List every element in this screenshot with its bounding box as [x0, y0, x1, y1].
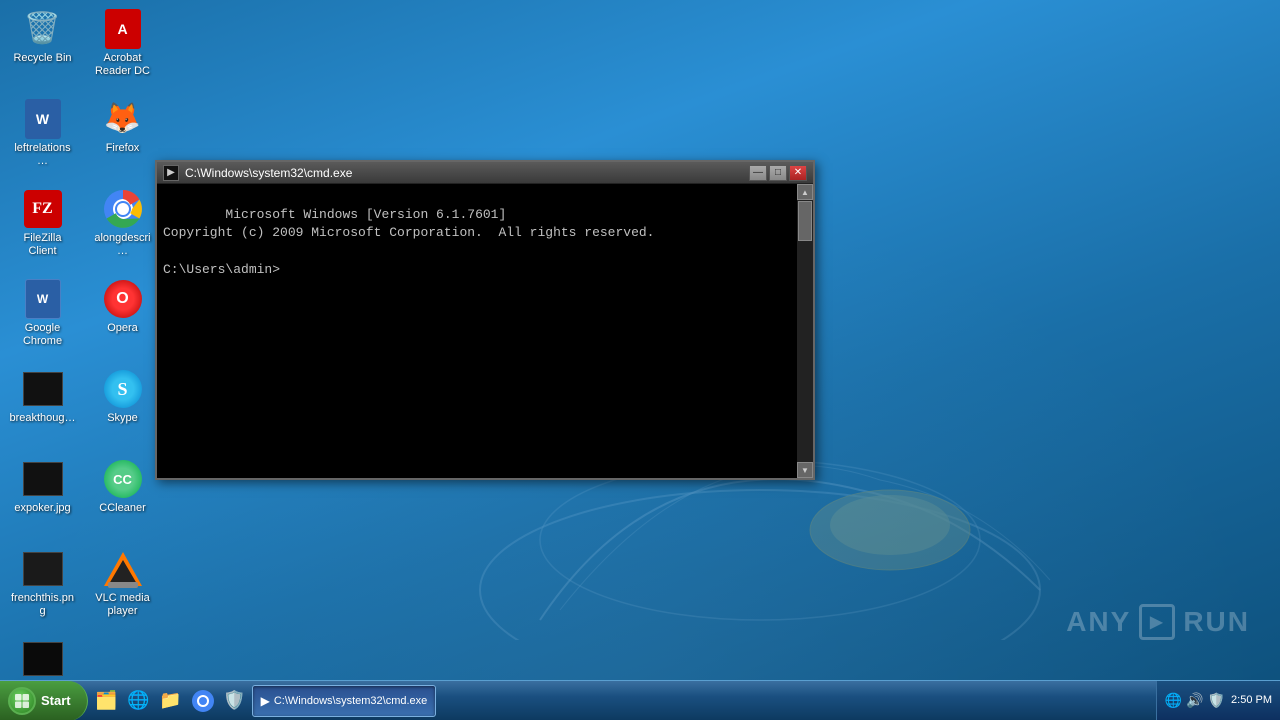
- cmd-window-icon: ▶: [163, 165, 179, 181]
- firefox-icon: 🦊: [103, 99, 143, 139]
- desktop-icon-filezilla[interactable]: FZ FileZilla Client: [5, 185, 80, 275]
- scrollbar-thumb[interactable]: [798, 201, 812, 241]
- desktop-icon-acrobat[interactable]: A Acrobat Reader DC: [85, 5, 160, 95]
- frenchthis-icon: [23, 549, 63, 589]
- alongdescri-icon: W: [23, 279, 63, 319]
- cmd-close-button[interactable]: ✕: [789, 165, 807, 181]
- skype-label: Skype: [107, 412, 138, 425]
- taskbar-shield-icon[interactable]: 🛡️: [1208, 692, 1225, 709]
- breakthoug-label: breakthoug…: [9, 412, 75, 425]
- desktop-icon-frenchthis[interactable]: frenchthis.png: [5, 545, 80, 635]
- anyrun-text-any: ANY: [1066, 606, 1131, 638]
- taskbar-cmd-label: C:\Windows\system32\cmd.exe: [274, 695, 427, 707]
- taskbar-ie-icon[interactable]: 🌐: [124, 686, 154, 716]
- desktop-icon-chrome[interactable]: alongdescri…: [85, 185, 160, 275]
- ccleaner-label: CCleaner: [99, 502, 145, 515]
- desktop-icon-expoker[interactable]: expoker.jpg: [5, 455, 80, 545]
- recycle-bin-label: Recycle Bin: [13, 52, 71, 65]
- taskbar-cmd-icon: ▶: [261, 694, 270, 708]
- taskbar-system-tray: 🌐 🔊 🛡️ 2:50 PM: [1156, 681, 1280, 720]
- cmd-window-controls: — □ ✕: [749, 165, 807, 181]
- scrollbar-down-button[interactable]: ▼: [797, 462, 813, 478]
- cmd-line4: C:\Users\admin>: [163, 262, 280, 277]
- taskbar-network-icon[interactable]: 🌐: [1165, 692, 1182, 709]
- taskbar-programs: 🗂️ 🌐 📁 🛡️ ▶ C:\Windows\system32\cmd.exe: [88, 681, 441, 720]
- frenchthis-label: frenchthis.png: [9, 592, 76, 618]
- filezilla-icon: FZ: [23, 189, 63, 229]
- cmd-titlebar: ▶ C:\Windows\system32\cmd.exe — □ ✕: [157, 162, 813, 184]
- itsdec-icon: [23, 639, 63, 679]
- acrobat-icon: A: [103, 9, 143, 49]
- filezilla-label: FileZilla Client: [9, 232, 76, 258]
- cmd-minimize-button[interactable]: —: [749, 165, 767, 181]
- cmd-maximize-button[interactable]: □: [769, 165, 787, 181]
- scrollbar-up-button[interactable]: ▲: [797, 184, 813, 200]
- desktop-icon-alongdescri[interactable]: W Google Chrome: [5, 275, 80, 365]
- vlc-icon: [103, 549, 143, 589]
- cmd-scrollbar[interactable]: ▲ ▼: [797, 184, 813, 478]
- leftrelations-label: leftrelations…: [9, 142, 76, 168]
- skype-icon: S: [103, 369, 143, 409]
- recycle-bin-icon: 🗑️: [23, 9, 63, 49]
- taskbar-cmd-button[interactable]: ▶ C:\Windows\system32\cmd.exe: [252, 685, 437, 717]
- start-label: Start: [41, 693, 71, 708]
- cmd-line2: Copyright (c) 2009 Microsoft Corporation…: [163, 225, 654, 240]
- desktop-icons-grid: 🗑️ Recycle Bin A Acrobat Reader DC W lef…: [5, 5, 165, 720]
- taskbar-sys-icon-group: 🌐 🔊 🛡️: [1165, 692, 1225, 709]
- leftrelations-icon: W: [23, 99, 63, 139]
- taskbar-clock[interactable]: 2:50 PM: [1231, 693, 1272, 708]
- taskbar-chrome-quick-icon[interactable]: [188, 686, 218, 716]
- taskbar-security-icon[interactable]: 🛡️: [220, 686, 250, 716]
- cmd-title-text: C:\Windows\system32\cmd.exe: [185, 166, 749, 180]
- anyrun-play-icon: ▶: [1139, 604, 1175, 640]
- taskbar: Start 🗂️ 🌐 📁 🛡️ ▶ C:\Windows\system32\cm…: [0, 680, 1280, 720]
- desktop-icon-ccleaner[interactable]: CC CCleaner: [85, 455, 160, 545]
- cmd-content: Microsoft Windows [Version 6.1.7601] Cop…: [157, 184, 797, 478]
- chrome-label: alongdescri…: [89, 232, 156, 258]
- desktop-icon-recycle-bin[interactable]: 🗑️ Recycle Bin: [5, 5, 80, 95]
- breakthoug-icon: [23, 369, 63, 409]
- taskbar-time: 2:50 PM: [1231, 693, 1272, 708]
- firefox-label: Firefox: [106, 142, 140, 155]
- expoker-label: expoker.jpg: [14, 502, 70, 515]
- opera-icon: O: [103, 279, 143, 319]
- ccleaner-icon: CC: [103, 459, 143, 499]
- scrollbar-track[interactable]: [797, 200, 813, 462]
- vlc-label: VLC media player: [89, 592, 156, 618]
- start-button[interactable]: Start: [0, 681, 88, 720]
- start-orb: [8, 687, 36, 715]
- desktop-icon-firefox[interactable]: 🦊 Firefox: [85, 95, 160, 185]
- taskbar-explorer-icon[interactable]: 🗂️: [92, 686, 122, 716]
- desktop-icon-breakthoug[interactable]: breakthoug…: [5, 365, 80, 455]
- desktop-icon-vlc[interactable]: VLC media player: [85, 545, 160, 635]
- taskbar-sound-icon[interactable]: 🔊: [1186, 692, 1203, 709]
- windows-logo-icon: [14, 693, 30, 709]
- desktop-icon-opera[interactable]: O Opera: [85, 275, 160, 365]
- anyrun-text-run: RUN: [1183, 606, 1250, 638]
- chrome-icon: [103, 189, 143, 229]
- cmd-body[interactable]: Microsoft Windows [Version 6.1.7601] Cop…: [157, 184, 813, 478]
- cmd-window[interactable]: ▶ C:\Windows\system32\cmd.exe — □ ✕ Micr…: [155, 160, 815, 480]
- desktop: 🗑️ Recycle Bin A Acrobat Reader DC W lef…: [0, 0, 1280, 720]
- desktop-icon-skype[interactable]: S Skype: [85, 365, 160, 455]
- anyrun-watermark: ANY ▶ RUN: [1066, 604, 1250, 640]
- expoker-icon: [23, 459, 63, 499]
- cmd-line1: Microsoft Windows [Version 6.1.7601]: [225, 207, 506, 222]
- taskbar-folder-icon[interactable]: 📁: [156, 686, 186, 716]
- desktop-icon-leftrelations[interactable]: W leftrelations…: [5, 95, 80, 185]
- opera-label: Opera: [107, 322, 138, 335]
- acrobat-label: Acrobat Reader DC: [89, 52, 156, 78]
- alongdescri-label: Google Chrome: [9, 322, 76, 348]
